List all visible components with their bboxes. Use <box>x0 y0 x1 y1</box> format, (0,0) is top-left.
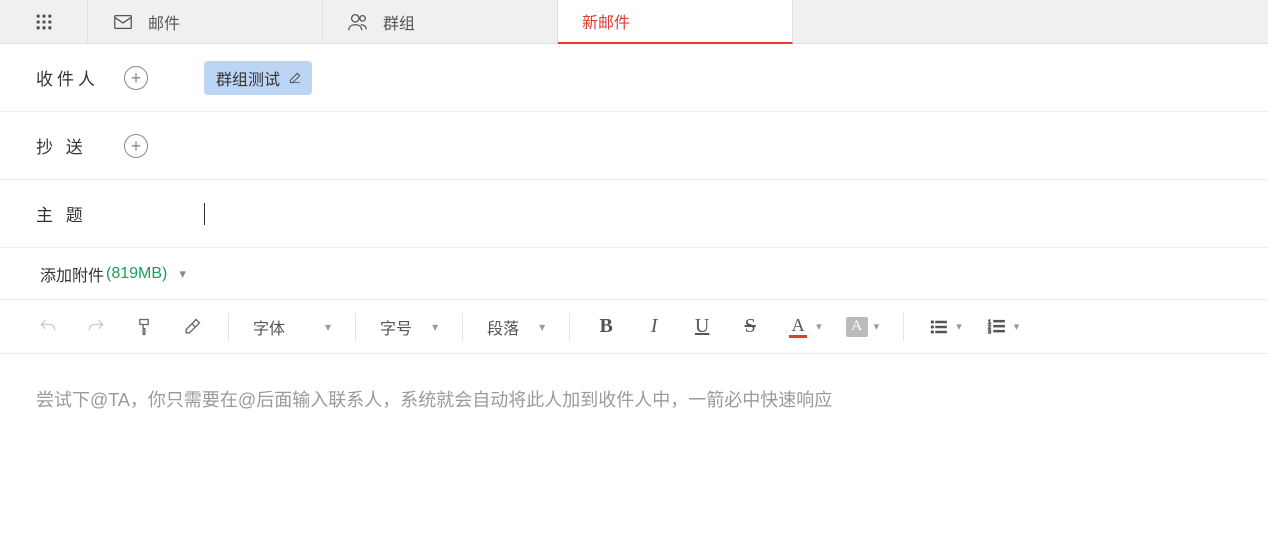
recipient-chip-label: 群组测试 <box>216 66 280 90</box>
unordered-list-dropdown[interactable]: ▾ <box>956 320 962 333</box>
paragraph-select[interactable]: 段落 ▾ <box>487 315 545 339</box>
subject-field[interactable] <box>204 203 1268 225</box>
chevron-down-icon: ▾ <box>432 320 438 334</box>
tab-label: 新邮件 <box>582 9 630 33</box>
bullet-list-icon <box>928 317 950 337</box>
subject-input[interactable] <box>213 204 1268 224</box>
font-color-button[interactable]: A <box>786 316 810 338</box>
tab-label: 群组 <box>383 10 415 34</box>
apps-button[interactable] <box>0 0 88 43</box>
editor-placeholder: 尝试下@TA，你只需要在@后面输入联系人，系统就会自动将此人加到收件人中，一箭必… <box>36 390 832 410</box>
recipient-chip[interactable]: 群组测试 <box>204 61 312 95</box>
groups-icon <box>347 11 369 33</box>
undo-icon <box>38 317 58 337</box>
recipients-field[interactable]: 群组测试 <box>204 61 1268 95</box>
eraser-icon <box>182 317 202 337</box>
unordered-list-button[interactable] <box>928 317 950 337</box>
tab-bar: 邮件 群组 新邮件 <box>0 0 1268 44</box>
text-caret <box>204 203 205 225</box>
row-cc: 抄 送 + <box>0 112 1268 180</box>
editor-toolbar: 字体 ▾ 字号 ▾ 段落 ▾ B I U S A ▾ A ▾ <box>0 300 1268 354</box>
background-color-button[interactable]: A <box>846 317 868 337</box>
italic-button[interactable]: I <box>642 315 666 338</box>
tab-label: 邮件 <box>148 10 180 34</box>
subject-label: 主 题 <box>36 201 124 226</box>
chevron-down-icon: ▾ <box>325 320 331 334</box>
tab-mail[interactable]: 邮件 <box>88 0 323 43</box>
mail-icon <box>112 11 134 33</box>
format-painter-button[interactable] <box>132 313 156 341</box>
underline-button[interactable]: U <box>690 315 714 338</box>
chevron-down-icon: ▾ <box>179 266 186 282</box>
font-family-label: 字体 <box>253 315 285 339</box>
chevron-down-icon: ▾ <box>539 320 545 334</box>
ordered-list-button[interactable]: 1 2 3 <box>986 317 1008 337</box>
row-recipients: 收件人 + 群组测试 <box>0 44 1268 112</box>
apps-grid-icon <box>34 12 54 32</box>
add-cc-button[interactable]: + <box>124 134 148 158</box>
row-subject: 主 题 <box>0 180 1268 248</box>
tab-groups[interactable]: 群组 <box>323 0 558 43</box>
undo-button[interactable] <box>36 313 60 341</box>
editor-body[interactable]: 尝试下@TA，你只需要在@后面输入联系人，系统就会自动将此人加到收件人中，一箭必… <box>0 354 1268 514</box>
attachment-row[interactable]: 添加附件 (819MB) ▾ <box>0 248 1268 300</box>
cc-label: 抄 送 <box>36 133 124 158</box>
font-size-select[interactable]: 字号 ▾ <box>380 315 438 339</box>
ordered-list-dropdown[interactable]: ▾ <box>1014 320 1020 333</box>
font-color-dropdown[interactable]: ▾ <box>816 320 822 333</box>
add-recipient-button[interactable]: + <box>124 66 148 90</box>
attachment-label: 添加附件 <box>40 262 104 286</box>
strikethrough-button[interactable]: S <box>738 315 762 338</box>
bold-button[interactable]: B <box>594 315 618 338</box>
eraser-button[interactable] <box>180 313 204 341</box>
svg-text:3: 3 <box>988 329 991 335</box>
tab-compose[interactable]: 新邮件 <box>558 0 793 44</box>
redo-button[interactable] <box>84 313 108 341</box>
font-size-label: 字号 <box>380 315 412 339</box>
format-painter-icon <box>134 317 154 337</box>
font-color-icon: A <box>792 316 805 334</box>
recipients-label: 收件人 <box>36 65 124 90</box>
font-family-select[interactable]: 字体 ▾ <box>253 315 331 339</box>
paragraph-label: 段落 <box>487 315 519 339</box>
edit-icon <box>288 71 302 85</box>
background-color-dropdown[interactable]: ▾ <box>874 320 880 333</box>
redo-icon <box>86 317 106 337</box>
numbered-list-icon: 1 2 3 <box>986 317 1008 337</box>
attachment-size: (819MB) <box>106 265 167 283</box>
